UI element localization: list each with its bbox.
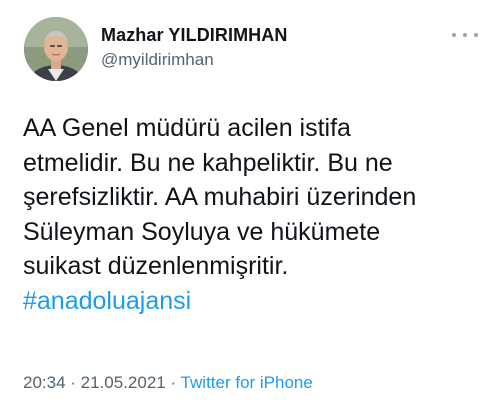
author-name[interactable]: Mazhar YILDIRIMHAN [101, 25, 288, 46]
avatar[interactable] [24, 17, 88, 81]
more-horizontal-icon-dot [474, 33, 478, 37]
tweet-text-line: şerefsizliktir. AA muhabiri üzerinden [23, 183, 417, 211]
tweet-date[interactable]: 21.05.2021 [81, 373, 166, 392]
tweet-time[interactable]: 20:34 [23, 373, 66, 392]
tweet-text-line: Süleyman Soyluya ve hükümete [23, 217, 381, 246]
more-options-button[interactable] [452, 28, 478, 42]
tweet-text-line: AA Genel müdürü acilen istifa [23, 114, 351, 142]
tweet-text: AA Genel müdürü acilen istifa etmelidir.… [23, 111, 483, 318]
tweet-text-line: etmelidir. Bu ne kahpeliktir. Bu ne [23, 148, 393, 177]
tweet-card: Mazhar YILDIRIMHAN @myildirimhan AA Gene… [0, 0, 500, 415]
hashtag-link[interactable]: #anadoluajansi [23, 287, 191, 315]
author-handle[interactable]: @myildirimhan [101, 50, 214, 70]
more-horizontal-icon [452, 33, 456, 37]
tweet-text-line: suikast düzenlenmişritir. [23, 252, 289, 280]
meta-separator: · [65, 373, 81, 392]
avatar-photo [24, 17, 88, 81]
more-horizontal-icon-dot [463, 33, 467, 37]
tweet-meta: 20:34 · 21.05.2021 · Twitter for iPhone [23, 373, 313, 393]
tweet-source-link[interactable]: Twitter for iPhone [181, 373, 313, 392]
meta-separator: · [165, 373, 181, 392]
